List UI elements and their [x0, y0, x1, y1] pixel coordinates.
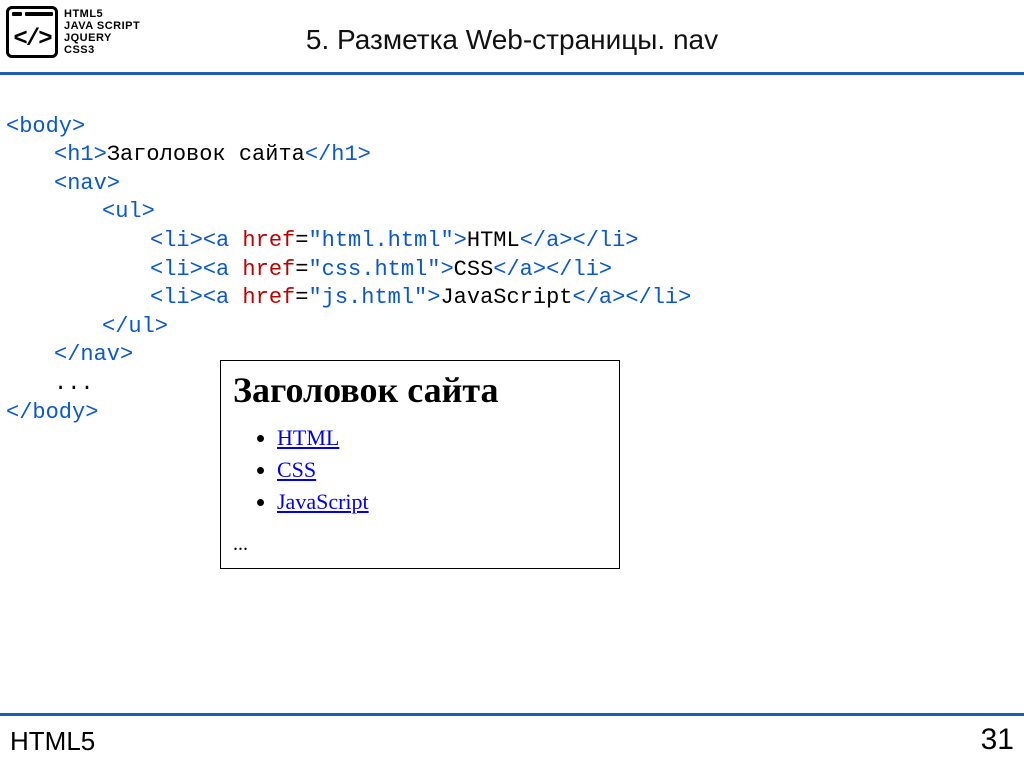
slide-header: </> HTML5 JAVA SCRIPT JQUERY CSS3 5. Раз…: [0, 0, 1024, 75]
code-ul-open: <ul>: [102, 199, 155, 224]
code-li-open-1: <li>: [150, 228, 203, 253]
code-li-close-3: </li>: [625, 285, 691, 310]
slide-footer: HTML5 31: [0, 713, 1024, 757]
preview-link-css[interactable]: CSS: [277, 457, 316, 482]
code-li-open-2: <li>: [150, 257, 203, 282]
code-link-text-1: HTML: [467, 228, 520, 253]
code-ellipsis: ...: [54, 371, 94, 396]
code-link-text-3: JavaScript: [440, 285, 572, 310]
code-ul-close: </ul>: [102, 314, 168, 339]
slide-number: 31: [981, 723, 1014, 757]
slide: </> HTML5 JAVA SCRIPT JQUERY CSS3 5. Раз…: [0, 0, 1024, 767]
code-body-open: <body>: [6, 114, 85, 139]
code-a-close-1: </a>: [520, 228, 573, 253]
logo-line-1: HTML5: [64, 8, 140, 20]
code-a-open-2: <a: [203, 257, 229, 282]
code-href-attr-1: href: [242, 228, 295, 253]
preview-ellipsis: ...: [233, 533, 607, 556]
code-a-close-2: </a>: [493, 257, 546, 282]
code-a-open-1: <a: [203, 228, 229, 253]
preview-heading: Заголовок сайта: [233, 369, 607, 411]
code-a-close-3: </a>: [573, 285, 626, 310]
code-href-attr-2: href: [242, 257, 295, 282]
code-li-close-1: </li>: [573, 228, 639, 253]
code-link-text-2: CSS: [454, 257, 494, 282]
code-li-open-3: <li>: [150, 285, 203, 310]
preview-item-1: HTML: [277, 425, 607, 451]
code-nav-close: </nav>: [54, 342, 133, 367]
preview-item-2: CSS: [277, 457, 607, 483]
render-preview: Заголовок сайта HTML CSS JavaScript ...: [220, 360, 620, 569]
code-a-open-3: <a: [203, 285, 229, 310]
preview-link-js[interactable]: JavaScript: [277, 489, 369, 514]
code-h1-open: <h1>: [54, 142, 107, 167]
code-nav-open: <nav>: [54, 171, 120, 196]
code-href-val-1: "html.html": [308, 228, 453, 253]
code-h1-close: </h1>: [305, 142, 371, 167]
preview-item-3: JavaScript: [277, 489, 607, 515]
code-href-val-3: "js.html": [308, 285, 427, 310]
code-li-close-2: </li>: [546, 257, 612, 282]
slide-title: 5. Разметка Web-страницы. nav: [0, 24, 1024, 56]
preview-link-html[interactable]: HTML: [277, 425, 339, 450]
code-body-close: </body>: [6, 400, 98, 425]
code-href-val-2: "css.html": [308, 257, 440, 282]
preview-list: HTML CSS JavaScript: [233, 425, 607, 515]
code-href-attr-3: href: [242, 285, 295, 310]
footer-left: HTML5: [10, 726, 95, 757]
code-h1-text: Заголовок сайта: [107, 142, 305, 167]
